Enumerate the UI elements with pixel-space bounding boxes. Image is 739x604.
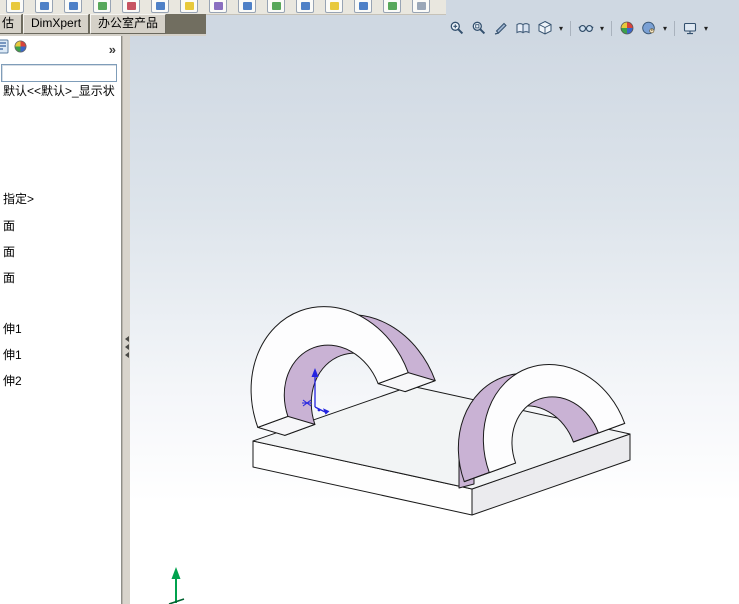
toolbar-icon[interactable] <box>122 0 140 13</box>
apply-scene-icon[interactable] <box>639 18 659 38</box>
view-settings-dropdown-icon[interactable]: ▾ <box>702 24 710 33</box>
toolbar-icon[interactable] <box>383 0 401 13</box>
commandmanager-tab-bar: 估 DimXpert 办公室产品 <box>0 14 206 34</box>
tree-item-extrude[interactable]: 伸2 <box>3 374 22 388</box>
tab-evaluate-label: 估 <box>2 16 15 30</box>
hide-show-items-icon[interactable] <box>576 18 596 38</box>
toolbar-icon[interactable] <box>209 0 227 13</box>
tab-office-products-label: 办公室产品 <box>98 16 159 30</box>
collapse-arrow-icon <box>124 344 129 350</box>
panel-splitter[interactable] <box>122 36 130 604</box>
toolbar-icon[interactable] <box>412 0 430 13</box>
application-window: 估 DimXpert 办公室产品 ▾ ▾ ▾ ▾ » 默认<<默认>_显示状 指… <box>0 0 739 604</box>
apply-scene-dropdown-icon[interactable]: ▾ <box>661 24 669 33</box>
toolbar-separator <box>570 20 571 36</box>
toolbar-separator <box>674 20 675 36</box>
collapse-arrow-icon <box>124 336 129 342</box>
zoom-to-fit-icon[interactable] <box>447 18 467 38</box>
tree-item-display-state[interactable]: 默认<<默认>_显示状 <box>3 84 115 98</box>
tree-item-material[interactable]: 指定> <box>3 192 34 206</box>
view-orientation-icon[interactable] <box>513 18 533 38</box>
orientation-triad <box>168 567 185 604</box>
heads-up-view-toolbar: ▾ ▾ ▾ ▾ <box>447 17 710 39</box>
model-canvas[interactable] <box>129 36 739 604</box>
splitter-collapse-grip[interactable] <box>123 336 130 358</box>
toolbar-icon[interactable] <box>64 0 82 13</box>
section-view-icon[interactable] <box>491 18 511 38</box>
toolbar-icon[interactable] <box>151 0 169 13</box>
tree-item-plane[interactable]: 面 <box>3 245 15 259</box>
tab-office-products[interactable]: 办公室产品 <box>90 14 167 34</box>
display-style-icon[interactable] <box>535 18 555 38</box>
feature-tree: 默认<<默认>_显示状 指定> 面 面 面 伸1 伸1 伸2 <box>0 36 121 604</box>
standard-toolbar <box>0 0 446 15</box>
zoom-to-area-icon[interactable] <box>469 18 489 38</box>
display-style-dropdown-icon[interactable]: ▾ <box>557 24 565 33</box>
tree-item-extrude[interactable]: 伸1 <box>3 348 22 362</box>
toolbar-icon[interactable] <box>35 0 53 13</box>
tree-item-plane[interactable]: 面 <box>3 271 15 285</box>
hide-show-items-dropdown-icon[interactable]: ▾ <box>598 24 606 33</box>
toolbar-icon[interactable] <box>180 0 198 13</box>
edit-appearance-icon[interactable] <box>617 18 637 38</box>
toolbar-icon[interactable] <box>6 0 24 13</box>
graphics-area[interactable] <box>129 36 739 604</box>
toolbar-icon[interactable] <box>325 0 343 13</box>
tree-item-extrude[interactable]: 伸1 <box>3 322 22 336</box>
toolbar-separator <box>611 20 612 36</box>
tree-item-plane[interactable]: 面 <box>3 219 15 233</box>
collapse-arrow-icon <box>124 352 129 358</box>
standard-toolbar-icons <box>0 0 446 13</box>
toolbar-icon[interactable] <box>238 0 256 13</box>
featuremanager-panel: » 默认<<默认>_显示状 指定> 面 面 面 伸1 伸1 伸2 <box>0 36 122 604</box>
tab-dimxpert[interactable]: DimXpert <box>23 14 90 34</box>
tab-dimxpert-label: DimXpert <box>31 16 82 30</box>
toolbar-icon[interactable] <box>267 0 285 13</box>
tab-evaluate[interactable]: 估 <box>0 14 23 34</box>
toolbar-icon[interactable] <box>354 0 372 13</box>
toolbar-icon[interactable] <box>296 0 314 13</box>
view-settings-icon[interactable] <box>680 18 700 38</box>
toolbar-icon[interactable] <box>93 0 111 13</box>
